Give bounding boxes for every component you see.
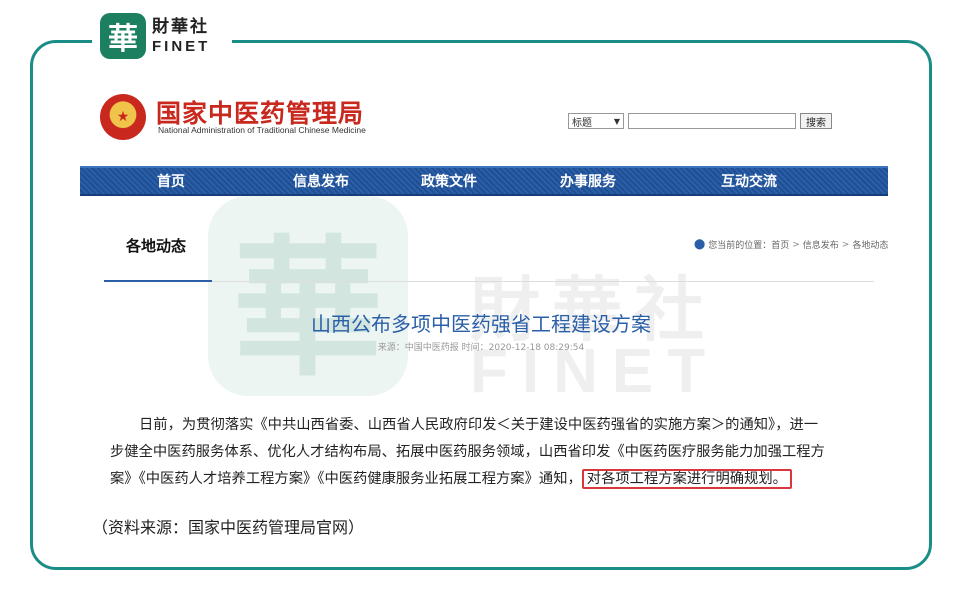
nav-item-services[interactable]: 办事服务	[518, 171, 658, 191]
site-name-en: National Administration of Traditional C…	[158, 125, 366, 135]
nav-item-policy[interactable]: 政策文件	[380, 171, 518, 191]
highlighted-sentence: 对各项工程方案进行明确规划。	[581, 469, 792, 489]
finet-name-en: FINET	[152, 37, 211, 55]
search-type-value: 标题	[572, 117, 592, 129]
nav-item-info[interactable]: 信息发布	[262, 171, 380, 191]
breadcrumb-local-news[interactable]: 各地动态	[852, 238, 888, 251]
breadcrumb-separator: >	[841, 239, 850, 250]
article-line-2: 步健全中医药服务体系、优化人才结构布局、拓展中医药服务领域，山西省印发《中医药医…	[110, 444, 825, 460]
nav-item-home[interactable]: 首页	[80, 171, 262, 191]
chevron-down-icon: ▼	[613, 116, 620, 126]
finet-mark-icon: 華	[100, 13, 146, 59]
section-title: 各地动态	[126, 237, 187, 255]
breadcrumb-prefix: 您当前的位置：	[708, 241, 772, 251]
article-meta: 来源：中国中医药报 时间：2020-12-18 08:29:54	[377, 343, 585, 353]
location-pin-icon: ⬤	[694, 239, 706, 250]
nav-item-interaction[interactable]: 互动交流	[658, 171, 840, 191]
article-line-1: 日前，为贯彻落实《中共山西省委、山西省人民政府印发＜关于建设中医药强省的实施方案…	[139, 417, 819, 433]
search-type-select[interactable]: 标题 ▼	[568, 113, 624, 129]
finet-logo: 華 財華社 FINET	[100, 10, 240, 62]
section-underline	[104, 280, 212, 282]
article-line-3-text: 案》《中医药人才培养工程方案》《中医药健康服务业拓展工程方案》通知，	[110, 471, 582, 487]
search-input[interactable]	[628, 113, 796, 129]
article-line-3: 案》《中医药人才培养工程方案》《中医药健康服务业拓展工程方案》通知， 对各项工程方…	[110, 466, 862, 493]
finet-name-cn: 財華社	[152, 16, 209, 37]
search-area: 标题 ▼ 搜索	[568, 112, 832, 130]
breadcrumb: ⬤ 您当前的位置： 首页 > 信息发布 > 各地动态	[694, 238, 888, 251]
breadcrumb-separator: >	[792, 239, 800, 250]
article-body: 日前，为贯彻落实《中共山西省委、山西省人民政府印发＜关于建设中医药强省的实施方案…	[110, 412, 862, 493]
finet-text: 財華社 FINET	[152, 16, 211, 55]
source-note: （资料来源：国家中医药管理局官网）	[92, 518, 365, 537]
national-emblem-icon: ★	[100, 94, 146, 140]
breadcrumb-info[interactable]: 信息发布	[803, 238, 839, 251]
breadcrumb-home[interactable]: 首页	[771, 238, 789, 251]
main-nav: 首页 信息发布 政策文件 办事服务 互动交流	[80, 166, 888, 196]
search-button[interactable]: 搜索	[800, 113, 832, 129]
section-divider	[212, 281, 874, 282]
article-title: 山西公布多项中医药强省工程建设方案	[311, 312, 651, 336]
